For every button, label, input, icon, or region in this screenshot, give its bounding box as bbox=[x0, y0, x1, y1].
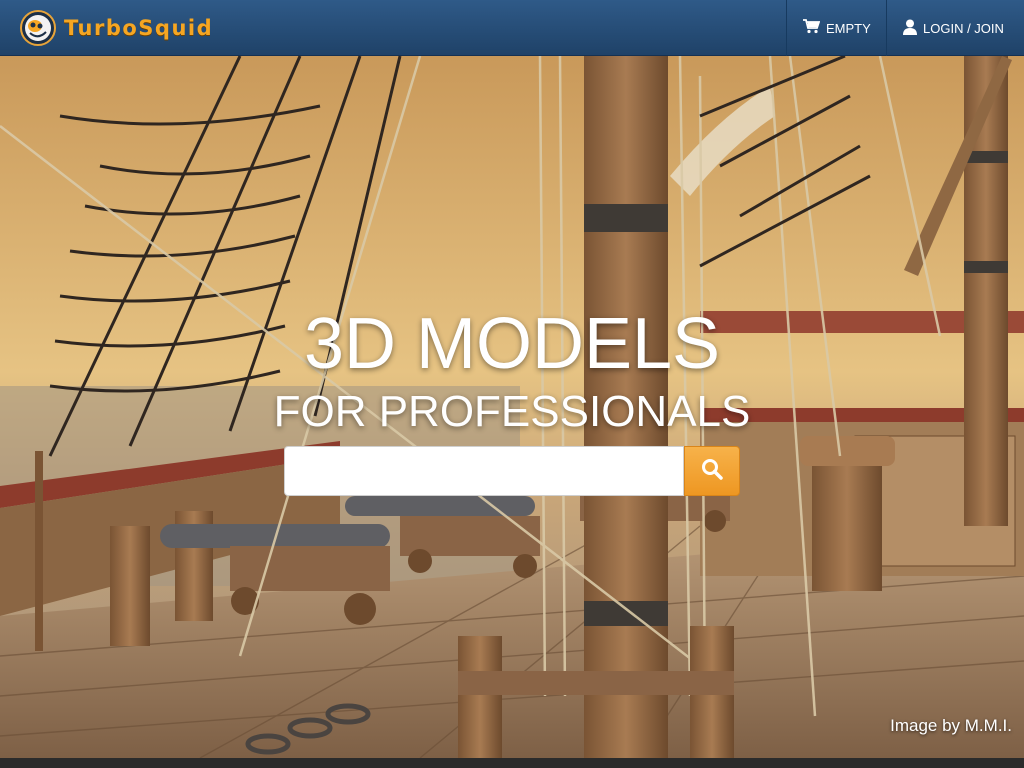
cart-label: EMPTY bbox=[826, 20, 871, 36]
shopping-cart-icon bbox=[803, 19, 826, 37]
top-navigation-bar: TurboSquid EMPTY LOGIN / JOIN bbox=[0, 0, 1024, 56]
user-icon bbox=[903, 19, 923, 38]
search-input[interactable] bbox=[284, 446, 684, 496]
cart-button[interactable]: EMPTY bbox=[786, 0, 886, 56]
hero-section: 3D MODELS FOR PROFESSIONALS Image by M.M… bbox=[0, 56, 1024, 758]
search-button[interactable] bbox=[684, 446, 740, 496]
login-join-button[interactable]: LOGIN / JOIN bbox=[886, 0, 1024, 56]
footer-strip bbox=[0, 758, 1024, 768]
hero-headline: 3D MODELS bbox=[303, 304, 721, 384]
brand-name: TurboSquid bbox=[64, 16, 214, 40]
turbosquid-logo-icon bbox=[20, 10, 56, 46]
search-bar bbox=[284, 446, 740, 496]
hero-subheadline: FOR PROFESSIONALS bbox=[273, 387, 751, 436]
login-join-label: LOGIN / JOIN bbox=[923, 20, 1004, 36]
image-credit: Image by M.M.I. bbox=[890, 716, 1012, 735]
turbosquid-logo[interactable]: TurboSquid bbox=[20, 9, 213, 47]
search-icon bbox=[701, 458, 723, 484]
